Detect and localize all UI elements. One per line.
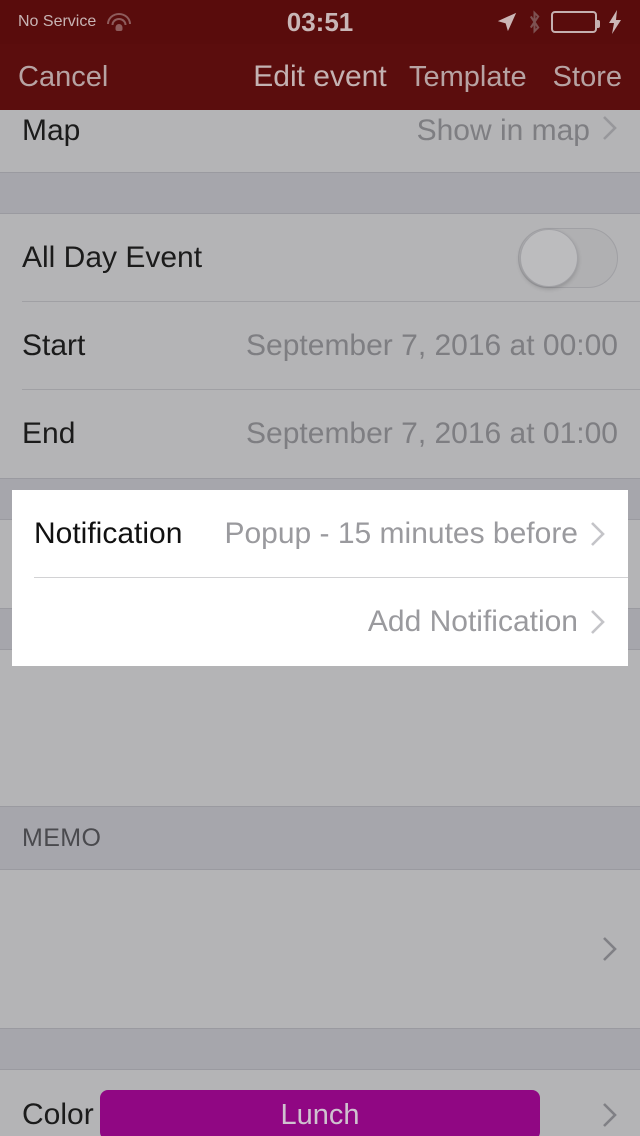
navigation-bar-right: Template Store [409, 61, 622, 94]
section-separator-1 [0, 172, 640, 214]
section-header-memo: MEMO [0, 806, 640, 870]
chevron-right-icon [590, 520, 606, 548]
section-separator-4 [0, 1028, 640, 1070]
template-button[interactable]: Template [409, 61, 527, 94]
status-bar: No Service 03:51 [0, 0, 640, 44]
toggle-knob [520, 229, 578, 287]
status-bar-right [496, 10, 622, 34]
chevron-right-icon [602, 114, 618, 142]
navigation-bar: Cancel Edit event Template Store [0, 44, 640, 110]
row-memo-body[interactable] [0, 870, 640, 1028]
row-start-value: September 7, 2016 at 00:00 [246, 329, 618, 362]
status-bar-left: No Service [18, 12, 132, 32]
row-start[interactable]: Start September 7, 2016 at 00:00 [0, 302, 640, 390]
wifi-icon [106, 12, 132, 32]
notification-section-highlight[interactable]: Notification Popup - 15 minutes before A… [12, 490, 628, 666]
chevron-right-icon [602, 935, 618, 963]
bluetooth-icon [529, 10, 540, 34]
location-arrow-icon [497, 12, 517, 32]
lightning-bolt-icon [609, 10, 621, 34]
color-badge[interactable]: Lunch [100, 1090, 540, 1136]
row-map-value: Show in map [416, 114, 590, 147]
app-screen: No Service 03:51 Cancel Edit event Templ… [0, 0, 640, 1136]
store-button[interactable]: Store [553, 61, 622, 94]
row-start-label: Start [22, 329, 86, 362]
row-color-label: Color [22, 1098, 94, 1131]
notification-section-slot [0, 650, 640, 806]
row-map[interactable]: Map Show in map [0, 110, 640, 172]
row-all-day-event[interactable]: All Day Event [0, 214, 640, 302]
row-add-notification-label: Add Notification [367, 605, 578, 638]
row-add-notification[interactable]: Add Notification [12, 578, 628, 666]
row-end[interactable]: End September 7, 2016 at 01:00 [0, 390, 640, 478]
row-notification-label: Notification [34, 517, 183, 550]
all-day-event-toggle[interactable] [518, 228, 618, 288]
row-notification-value: Popup - 15 minutes before [224, 517, 578, 550]
chevron-right-icon [590, 608, 606, 636]
row-end-label: End [22, 417, 76, 450]
row-all-day-event-label: All Day Event [22, 241, 203, 274]
row-notification[interactable]: Notification Popup - 15 minutes before [12, 490, 628, 578]
chevron-right-icon [602, 1101, 618, 1129]
color-badge-label: Lunch [280, 1098, 360, 1131]
row-map-label: Map [22, 114, 81, 147]
battery-icon [551, 11, 600, 33]
section-header-memo-label: MEMO [22, 823, 102, 852]
cancel-button[interactable]: Cancel [18, 61, 108, 94]
carrier-label: No Service [18, 13, 97, 30]
row-color[interactable]: Color Lunch [0, 1070, 640, 1136]
row-end-value: September 7, 2016 at 01:00 [246, 417, 618, 450]
